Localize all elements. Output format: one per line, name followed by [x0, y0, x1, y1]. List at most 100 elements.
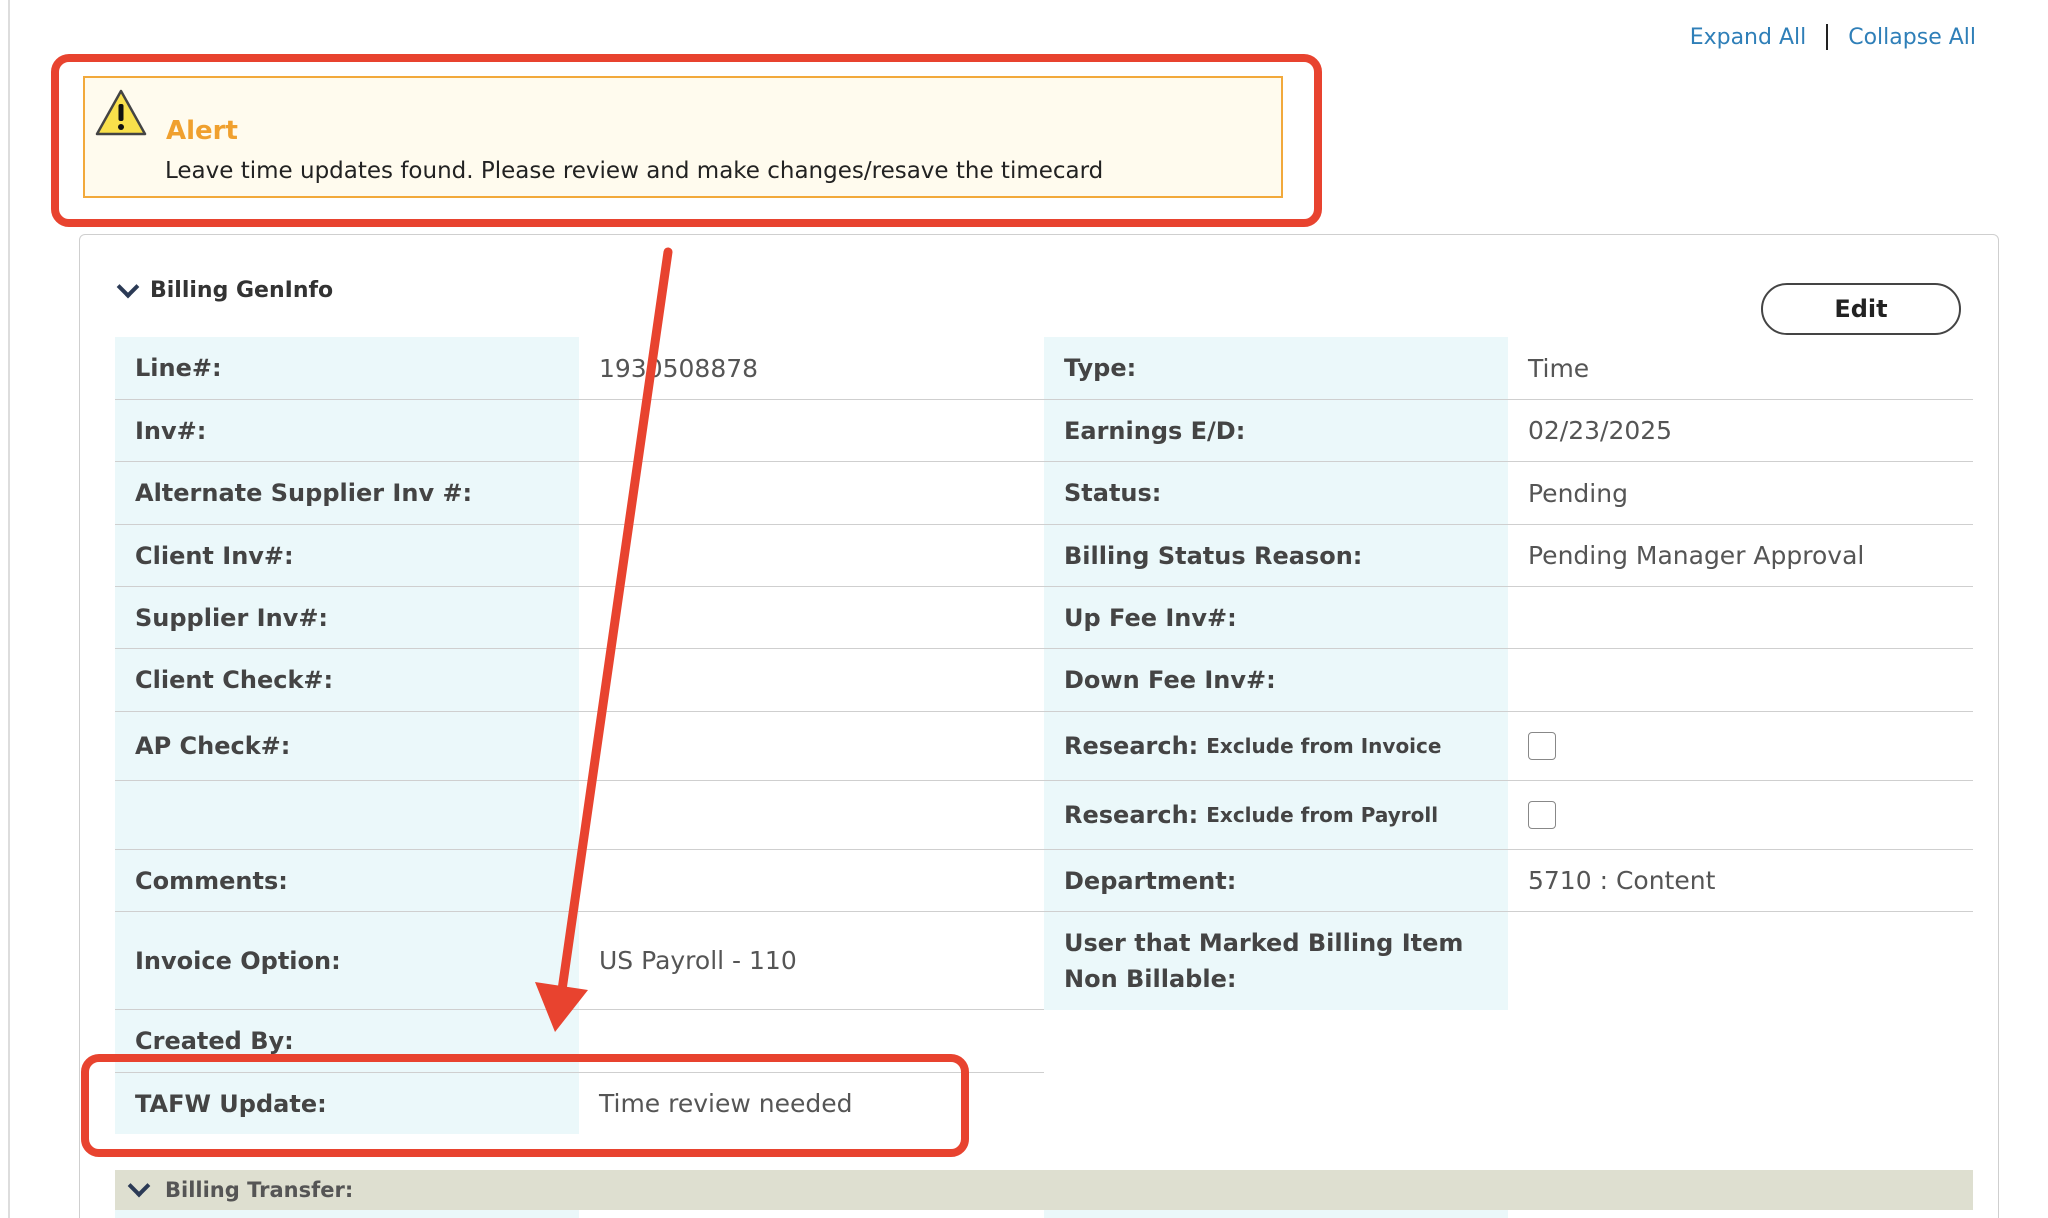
field-label-text: Client Check#: — [135, 666, 334, 694]
field-label-text: Client Inv#: — [135, 541, 294, 570]
expand-collapse-links: Expand All Collapse All — [1690, 24, 1976, 50]
field-sublabel: Exclude from Invoice — [1206, 734, 1442, 758]
field-value: Pending Manager Approval — [1528, 541, 1865, 570]
field-label: Type: — [1044, 337, 1508, 399]
field-value — [1508, 712, 1973, 780]
field-value — [579, 525, 1044, 586]
field-label: Invoice Option: — [115, 912, 579, 1009]
field-label-text: Alternate Supplier Inv #: — [135, 479, 473, 507]
field-label: TAFW Update: — [115, 1073, 579, 1134]
field-label: Department: — [1044, 850, 1508, 911]
next-row-label-stub — [1044, 1210, 1508, 1218]
field-value — [579, 850, 1044, 911]
field-value — [579, 587, 1044, 648]
field-label-text: Inv#: — [135, 416, 207, 445]
table-row: Comments: — [115, 850, 1044, 912]
field-label: Client Inv#: — [115, 525, 579, 586]
field-label: Comments: — [115, 850, 579, 911]
field-label-text: Billing Status Reason: — [1064, 541, 1363, 570]
collapse-all-link[interactable]: Collapse All — [1848, 25, 1976, 50]
table-row — [115, 781, 1044, 850]
table-row: Earnings E/D: 02/23/2025 — [1044, 400, 1973, 462]
table-row: Down Fee Inv#: — [1044, 649, 1973, 712]
field-label: Client Check#: — [115, 649, 579, 711]
table-row: TAFW Update: Time review needed — [115, 1073, 1044, 1134]
field-label: Research: Exclude from Payroll — [1044, 781, 1508, 849]
field-value — [579, 781, 1044, 849]
table-row: Client Check#: — [115, 649, 1044, 712]
field-sublabel: Exclude from Payroll — [1206, 803, 1439, 827]
field-label: AP Check#: — [115, 712, 579, 780]
link-separator — [1826, 24, 1829, 50]
field-value: 5710 : Content — [1528, 866, 1716, 895]
research-checkbox[interactable] — [1528, 732, 1556, 760]
field-label: Alternate Supplier Inv #: — [115, 462, 579, 524]
field-value — [1508, 781, 1973, 849]
field-label: Billing Status Reason: — [1044, 525, 1508, 586]
table-row: Alternate Supplier Inv #: — [115, 462, 1044, 525]
table-row: Supplier Inv#: — [115, 587, 1044, 649]
field-value: 02/23/2025 — [1528, 416, 1673, 445]
billing-geninfo-header[interactable]: Billing GenInfo — [116, 275, 333, 303]
field-label-text: Down Fee Inv#: — [1064, 666, 1276, 694]
field-label: Line#: — [115, 337, 579, 399]
field-label: Earnings E/D: — [1044, 400, 1508, 461]
field-label: Inv#: — [115, 400, 579, 461]
field-label-text: Up Fee Inv#: — [1064, 603, 1237, 632]
field-label-text: Comments: — [135, 866, 288, 895]
field-label-text: Research: — [1064, 732, 1199, 760]
field-label — [115, 781, 579, 849]
table-row: Research: Exclude from Invoice — [1044, 712, 1973, 781]
table-row: Department: 5710 : Content — [1044, 850, 1973, 912]
field-value: 1930508878 — [599, 353, 759, 383]
field-label: Status: — [1044, 462, 1508, 524]
chevron-down-icon — [127, 1174, 151, 1198]
table-row: Status: Pending — [1044, 462, 1973, 525]
billing-transfer-title: Billing Transfer: — [165, 1178, 354, 1202]
table-row: Client Inv#: — [115, 525, 1044, 587]
table-row: Invoice Option: US Payroll - 110 — [115, 912, 1044, 1010]
alert-box: Alert Leave time updates found. Please r… — [83, 76, 1283, 198]
field-label-text: Department: — [1064, 866, 1237, 895]
research-checkbox[interactable] — [1528, 801, 1556, 829]
field-value — [1508, 649, 1973, 711]
warning-triangle-icon — [95, 89, 147, 136]
field-value: Time review needed — [599, 1089, 853, 1118]
field-label-text: Invoice Option: — [135, 946, 341, 975]
expand-all-link[interactable]: Expand All — [1690, 25, 1807, 50]
table-row: Research: Exclude from Payroll — [1044, 781, 1973, 850]
field-label-text: Created By: — [135, 1027, 294, 1055]
field-label: Down Fee Inv#: — [1044, 649, 1508, 711]
field-label-text: User that Marked Billing Item Non Billab… — [1064, 929, 1464, 993]
field-label: Research: Exclude from Invoice — [1044, 712, 1508, 780]
field-label-text: Supplier Inv#: — [135, 603, 329, 632]
field-label-text: AP Check#: — [135, 732, 291, 760]
alert-message: Leave time updates found. Please review … — [165, 158, 1104, 184]
field-value — [1508, 912, 1973, 1010]
field-label: Created By: — [115, 1010, 579, 1072]
billing-transfer-header[interactable]: Billing Transfer: — [115, 1170, 1973, 1210]
field-value: Time — [1528, 353, 1590, 383]
field-label-text: Research: — [1064, 801, 1199, 829]
table-row: Inv#: — [115, 400, 1044, 462]
field-label-text: Type: — [1064, 354, 1137, 382]
field-value — [579, 462, 1044, 524]
field-value — [579, 400, 1044, 461]
next-row-label-stub — [115, 1210, 579, 1218]
field-value — [579, 1010, 1044, 1072]
table-row: Created By: — [115, 1010, 1044, 1073]
field-label-text: Earnings E/D: — [1064, 416, 1246, 445]
field-label-text: Status: — [1064, 479, 1162, 507]
field-label: Supplier Inv#: — [115, 587, 579, 648]
alert-title: Alert — [166, 116, 238, 146]
table-row: User that Marked Billing Item Non Billab… — [1044, 912, 1973, 1010]
table-row: AP Check#: — [115, 712, 1044, 781]
table-row: Line#: 1930508878 — [115, 337, 1044, 400]
edit-button[interactable]: Edit — [1761, 283, 1961, 335]
field-label: User that Marked Billing Item Non Billab… — [1044, 912, 1508, 1010]
chevron-down-icon — [116, 275, 140, 298]
table-row: Type: Time — [1044, 337, 1973, 400]
field-value — [579, 712, 1044, 780]
field-label: Up Fee Inv#: — [1044, 587, 1508, 648]
field-label-text: TAFW Update: — [135, 1089, 327, 1118]
